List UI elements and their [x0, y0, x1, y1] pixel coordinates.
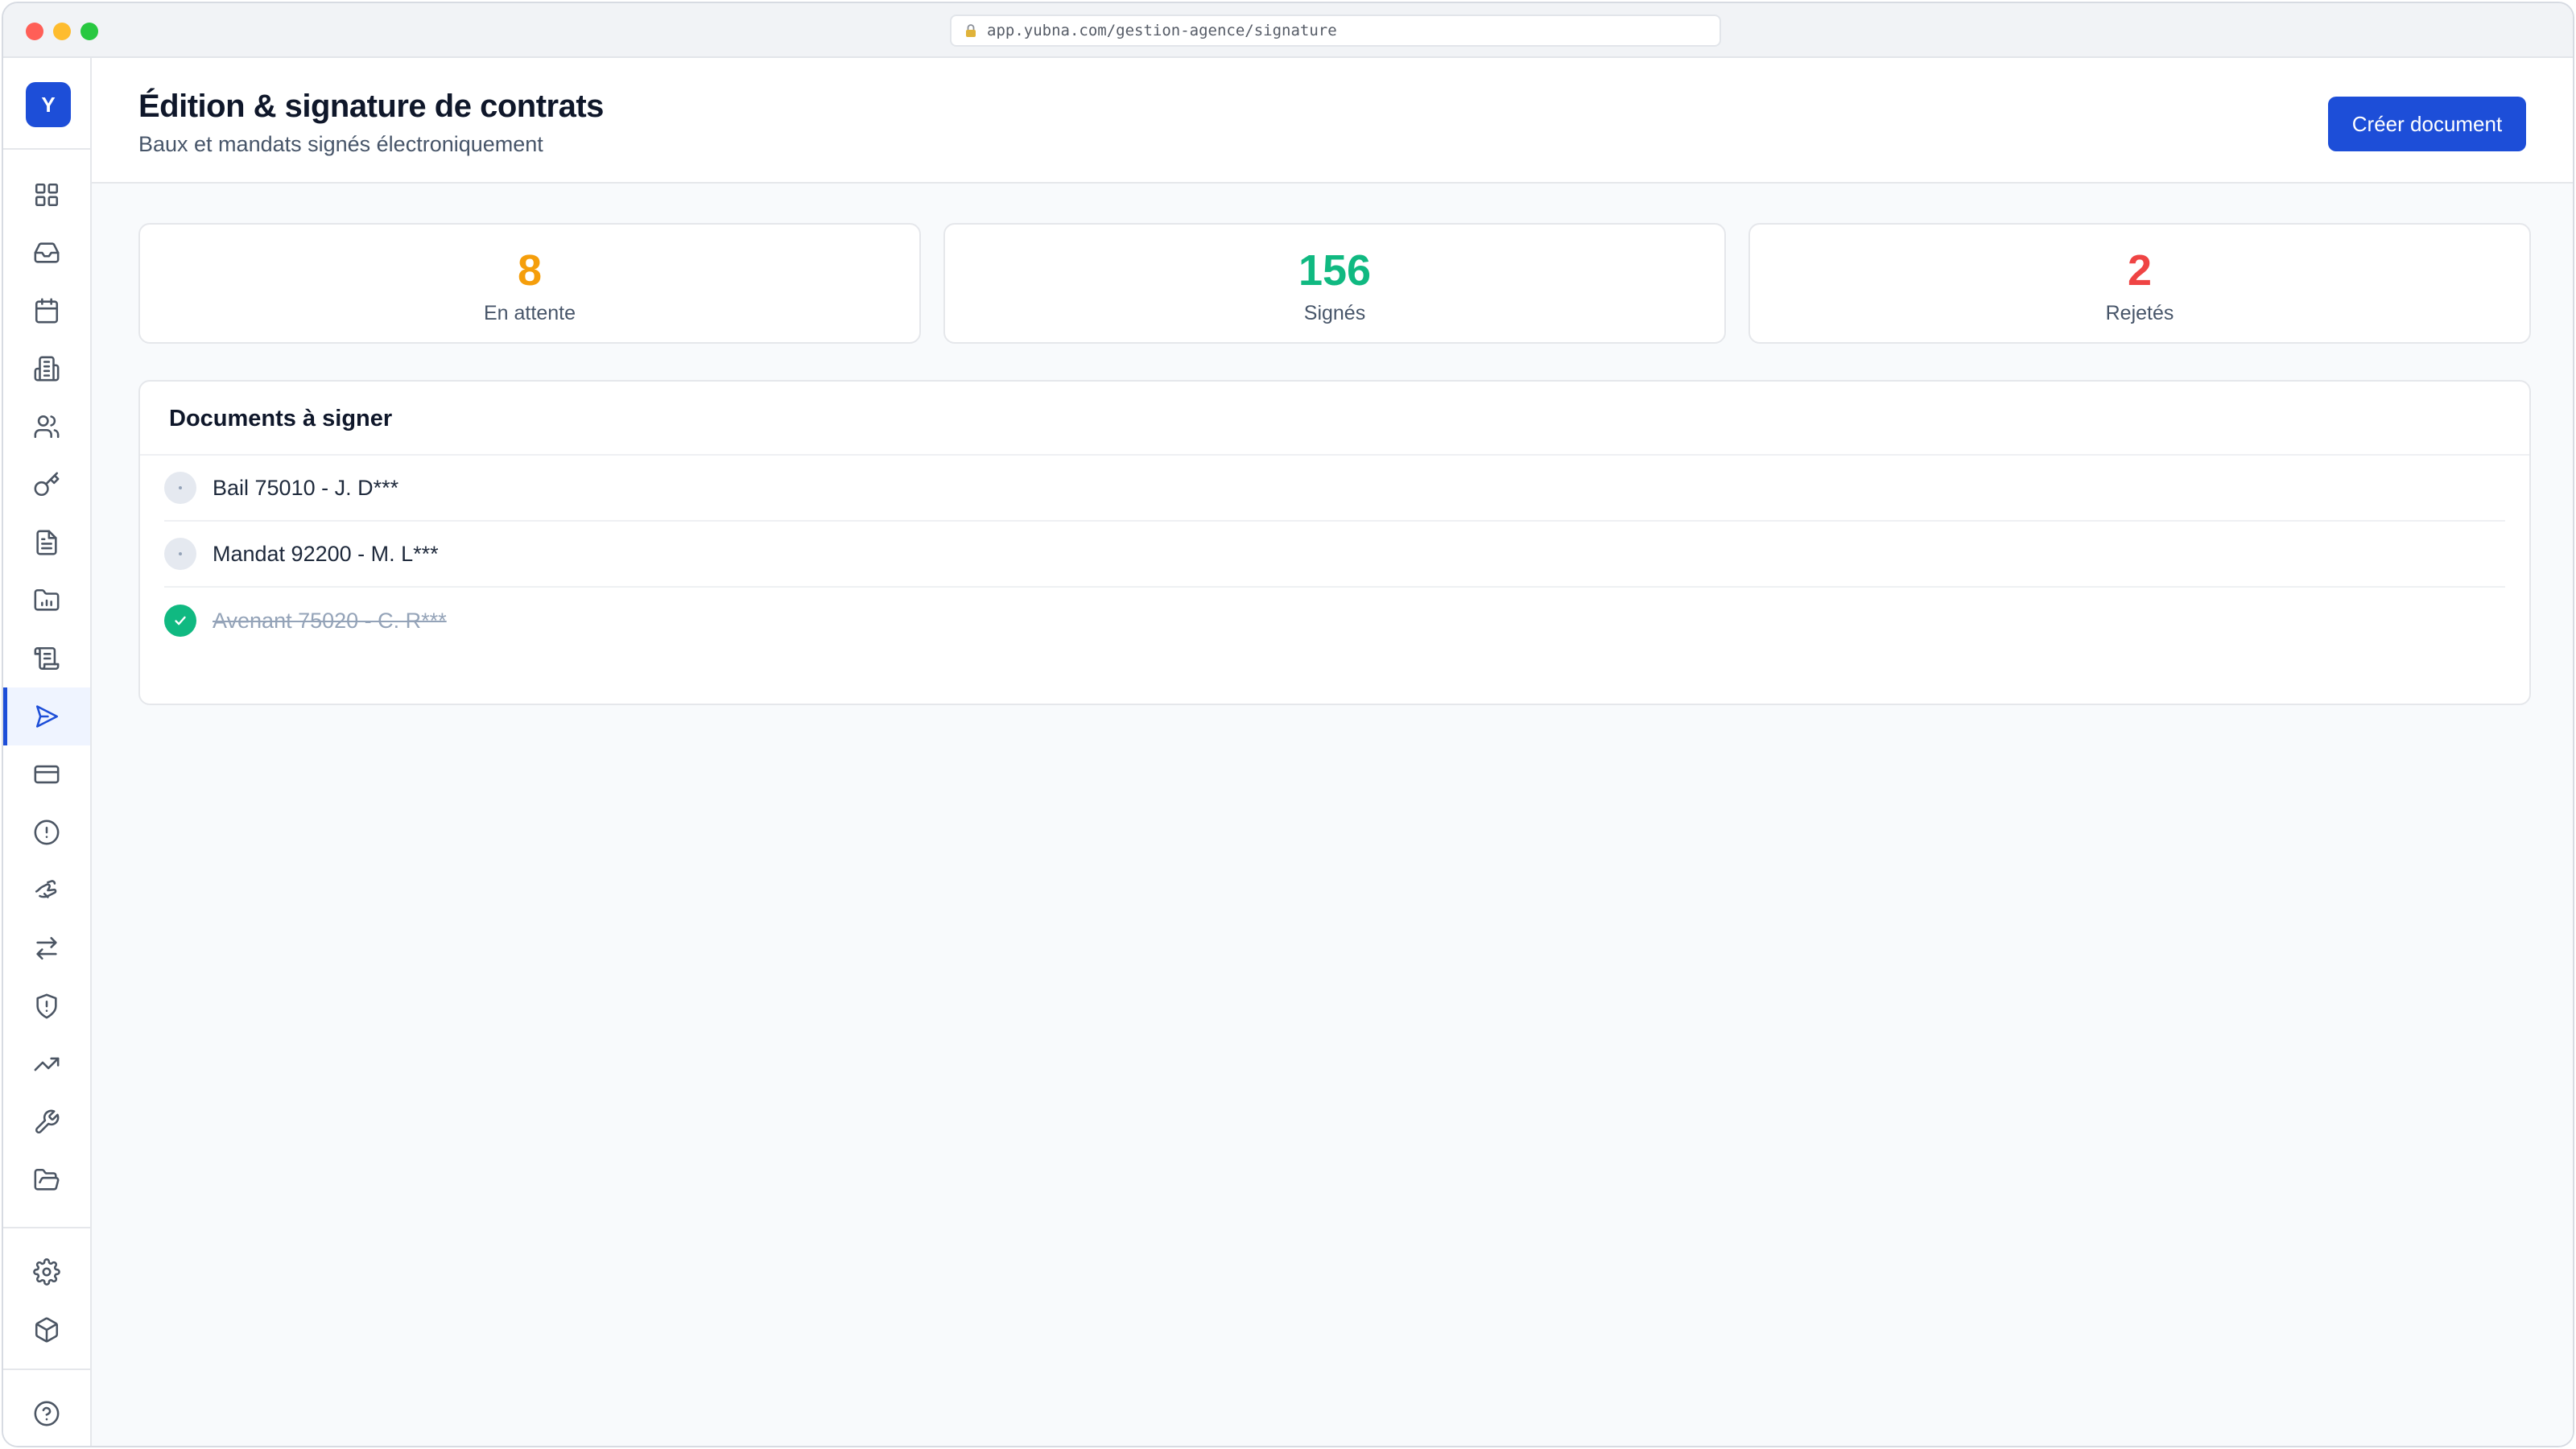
key-icon	[34, 472, 60, 497]
address-url: app.yubna.com/gestion-agence/signature	[987, 22, 1337, 39]
nav-folder-chart[interactable]	[3, 572, 90, 630]
nav-scroll[interactable]	[3, 630, 90, 687]
panel-title: Documents à signer	[169, 406, 393, 431]
trending-up-icon	[34, 1057, 60, 1071]
document-row[interactable]: Mandat 92200 - M. L***	[164, 522, 2505, 588]
handshake-icon	[35, 880, 57, 898]
stat-card-signed: 156 Signés	[943, 223, 1726, 344]
calendar-icon	[35, 298, 59, 324]
stat-label: Signés	[1303, 302, 1366, 324]
stat-label: En attente	[484, 302, 576, 324]
nav-buildings[interactable]	[3, 340, 90, 398]
stat-card-rejected: 2 Rejetés	[1748, 223, 2531, 344]
document-name: Mandat 92200 - M. L***	[213, 541, 439, 566]
nav-alerts[interactable]	[3, 803, 90, 861]
document-row[interactable]: Avenant 75020 - C. R***	[164, 588, 2505, 654]
pending-status-icon[interactable]	[164, 538, 196, 570]
users-icon	[34, 415, 60, 439]
help-icon	[34, 1401, 60, 1426]
nav-maintenance[interactable]	[3, 1093, 90, 1151]
nav-partners[interactable]	[3, 861, 90, 919]
nav-help[interactable]	[3, 1385, 90, 1443]
page-title: Édition & signature de contrats	[138, 89, 604, 124]
pending-status-icon[interactable]	[164, 472, 196, 504]
credit-card-icon	[34, 765, 60, 784]
stat-card-pending: 8 En attente	[138, 223, 921, 344]
stat-value: 156	[1298, 246, 1372, 295]
page-header: Édition & signature de contrats Baux et …	[92, 58, 2573, 184]
wrench-icon	[35, 1109, 60, 1133]
folder-chart-icon	[34, 588, 60, 611]
sidebar-divider	[3, 1368, 90, 1370]
main-content: Édition & signature de contrats Baux et …	[92, 58, 2573, 1446]
nav-users[interactable]	[3, 398, 90, 456]
nav-inbox[interactable]	[3, 224, 90, 282]
document-icon	[36, 530, 57, 555]
lock-icon	[964, 23, 979, 39]
check-circle-icon[interactable]	[164, 605, 196, 637]
nav-documents[interactable]	[3, 514, 90, 572]
nav-security[interactable]	[3, 977, 90, 1035]
minimize-window-button[interactable]	[53, 23, 71, 40]
create-document-button[interactable]: Créer document	[2328, 97, 2526, 151]
panel-header: Documents à signer	[140, 382, 2529, 456]
maximize-window-button[interactable]	[80, 23, 98, 40]
nav-payments[interactable]	[3, 745, 90, 803]
inbox-icon	[34, 242, 60, 263]
close-window-button[interactable]	[26, 23, 43, 40]
stat-label: Rejetés	[2105, 302, 2174, 324]
nav-transfers[interactable]	[3, 919, 90, 977]
sidebar: Y	[3, 58, 92, 1446]
nav-calendar[interactable]	[3, 282, 90, 340]
scroll-icon	[34, 646, 60, 671]
folder-open-icon	[34, 1168, 60, 1191]
nav-dashboard[interactable]	[3, 166, 90, 224]
document-row[interactable]: Bail 75010 - J. D***	[164, 456, 2505, 522]
send-icon	[35, 705, 59, 728]
stat-value: 8	[517, 246, 543, 295]
stat-value: 2	[2127, 246, 2153, 295]
browser-window: app.yubna.com/gestion-agence/signature Y	[2, 2, 2574, 1447]
alert-circle-icon	[34, 819, 60, 845]
sidebar-divider	[3, 1227, 90, 1228]
browser-titlebar: app.yubna.com/gestion-agence/signature	[3, 3, 2573, 58]
address-bar[interactable]: app.yubna.com/gestion-agence/signature	[950, 14, 1721, 47]
building-icon	[34, 356, 60, 382]
transfer-icon	[36, 936, 57, 960]
dashboard-icon	[35, 183, 59, 207]
document-name: Avenant 75020 - C. R***	[213, 608, 447, 633]
nav-settings[interactable]	[3, 1243, 90, 1301]
settings-icon	[33, 1258, 60, 1286]
nav-files[interactable]	[3, 1151, 90, 1209]
document-name: Bail 75010 - J. D***	[213, 475, 399, 500]
nav-signature[interactable]	[3, 687, 90, 745]
package-icon	[35, 1317, 59, 1343]
sidebar-divider	[3, 148, 90, 150]
nav-analytics[interactable]	[3, 1035, 90, 1093]
nav-modules[interactable]	[3, 1301, 90, 1359]
page-subtitle: Baux et mandats signés électroniquement	[138, 132, 543, 156]
documents-panel: Documents à signer Bail 75010 - J. D*** …	[138, 380, 2531, 705]
shield-alert-icon	[36, 993, 57, 1019]
nav-keys[interactable]	[3, 456, 90, 514]
app-logo[interactable]: Y	[26, 82, 71, 127]
